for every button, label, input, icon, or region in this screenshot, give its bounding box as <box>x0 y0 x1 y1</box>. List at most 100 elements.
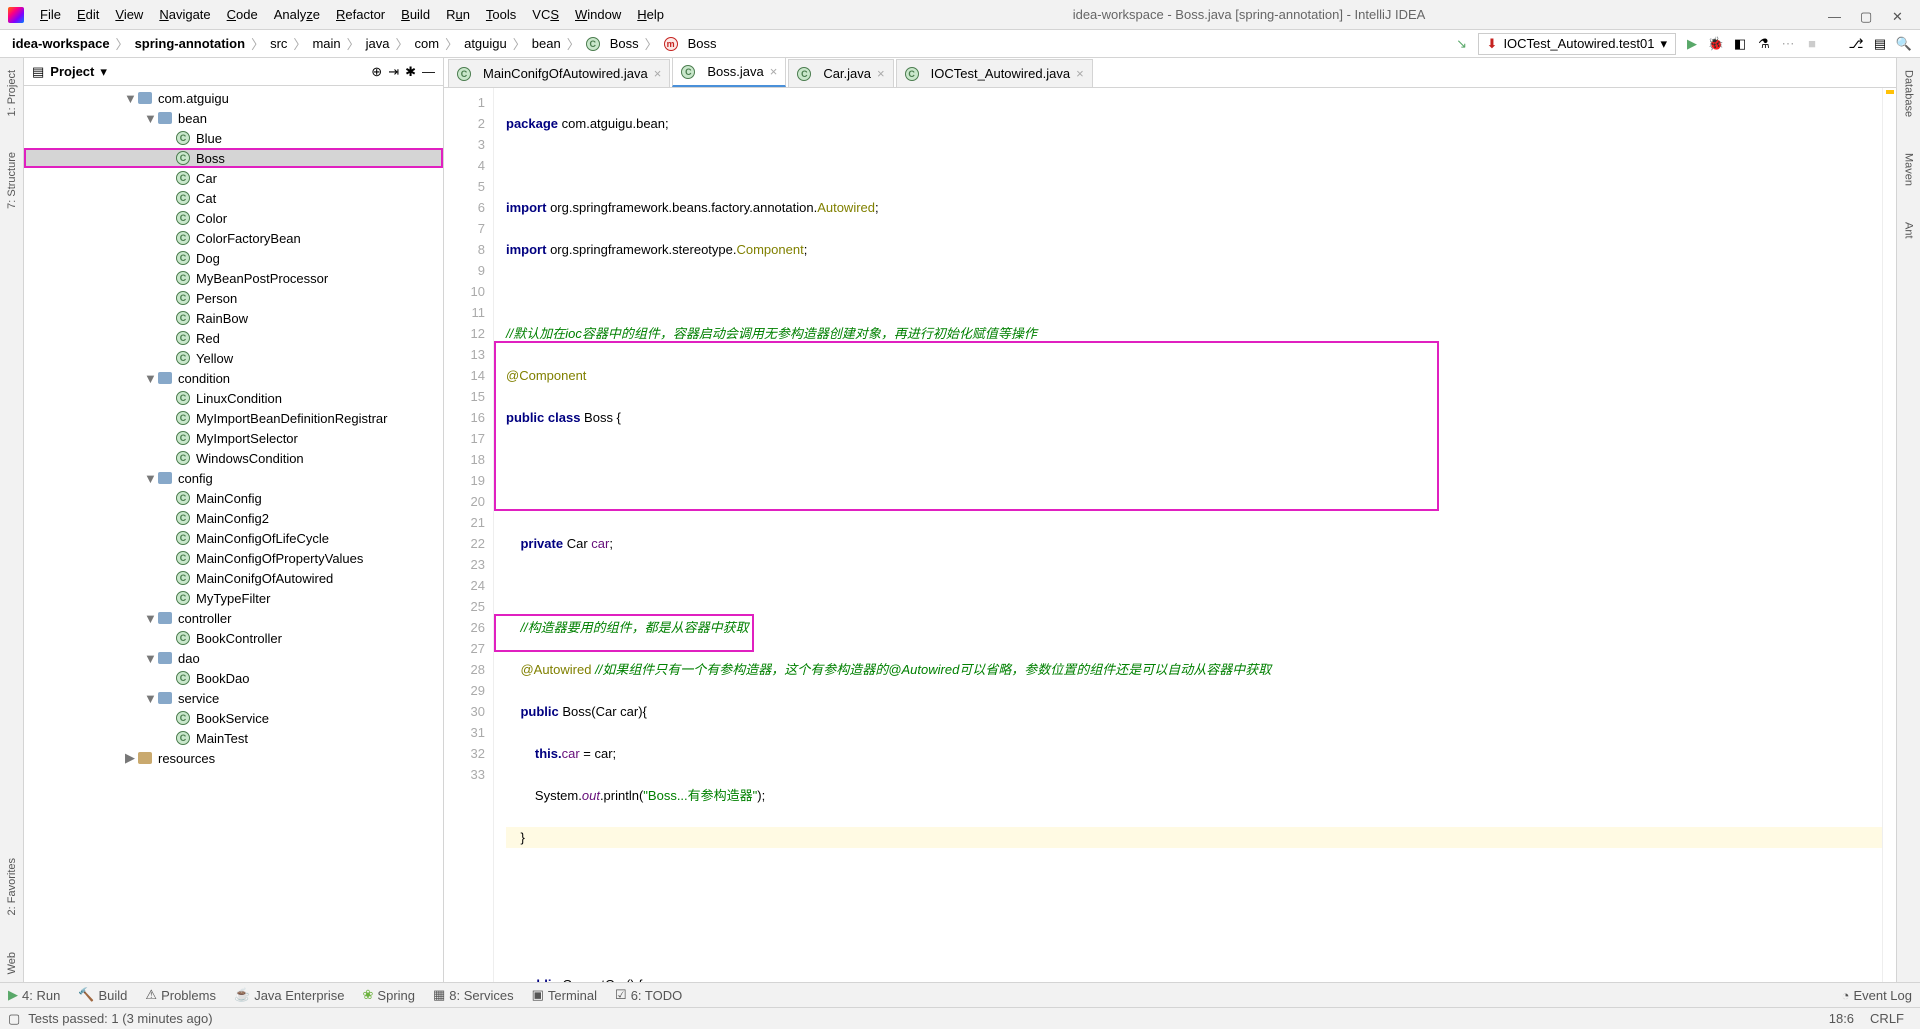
vcs-icon[interactable]: ⎇ <box>1848 36 1864 52</box>
tree-class[interactable]: CWindowsCondition <box>24 448 443 468</box>
tree-class[interactable]: CPerson <box>24 288 443 308</box>
menu-code[interactable]: Code <box>221 5 264 24</box>
breadcrumb[interactable]: spring-annotation <box>131 36 250 51</box>
tree-class[interactable]: CCar <box>24 168 443 188</box>
tree-package[interactable]: ▼config <box>24 468 443 488</box>
tree-class[interactable]: CMainConfig <box>24 488 443 508</box>
close-tab-icon[interactable]: × <box>770 64 778 79</box>
editor-body[interactable]: 1234567891011121314151617181920212223242… <box>444 88 1896 982</box>
coverage-button[interactable]: ◧ <box>1732 36 1748 52</box>
attach-button[interactable]: ⋯ <box>1780 36 1796 52</box>
tree-class[interactable]: CMainConfig2 <box>24 508 443 528</box>
tree-package[interactable]: ▼dao <box>24 648 443 668</box>
tree-package[interactable]: ▼controller <box>24 608 443 628</box>
error-stripe[interactable] <box>1882 88 1896 982</box>
close-tab-icon[interactable]: × <box>1076 66 1084 81</box>
tree-class[interactable]: CColor <box>24 208 443 228</box>
tree-class[interactable]: CBlue <box>24 128 443 148</box>
maximize-icon[interactable]: ▢ <box>1860 9 1872 21</box>
tree-package[interactable]: ▼com.atguigu <box>24 88 443 108</box>
tool-spring[interactable]: ❀Spring <box>363 987 415 1003</box>
minimize-icon[interactable]: — <box>1828 9 1840 21</box>
tool-build[interactable]: 🔨Build <box>78 987 127 1003</box>
tab-structure[interactable]: 7: Structure <box>4 144 20 217</box>
build-icon[interactable]: ↘ <box>1454 36 1470 52</box>
editor-tab-active[interactable]: CBoss.java× <box>672 57 786 87</box>
menu-vcs[interactable]: VCS <box>526 5 565 24</box>
editor-tab[interactable]: CMainConifgOfAutowired.java× <box>448 59 670 87</box>
chevron-down-icon[interactable]: ▾ <box>100 64 107 80</box>
tree-package[interactable]: ▼bean <box>24 108 443 128</box>
tab-web[interactable]: Web <box>4 944 20 982</box>
structure-icon[interactable]: ▤ <box>1872 36 1888 52</box>
editor-tab[interactable]: CIOCTest_Autowired.java× <box>896 59 1093 87</box>
tree-class[interactable]: CMyBeanPostProcessor <box>24 268 443 288</box>
menu-analyze[interactable]: Analyze <box>268 5 326 24</box>
stop-button[interactable]: ■ <box>1804 36 1820 52</box>
tab-favorites[interactable]: 2: Favorites <box>4 850 20 923</box>
menu-build[interactable]: Build <box>395 5 436 24</box>
tree-class[interactable]: CMainConifgOfAutowired <box>24 568 443 588</box>
tab-project[interactable]: 1: Project <box>4 62 20 124</box>
tool-run[interactable]: ▶4: Run <box>8 987 60 1003</box>
tree-class[interactable]: CBookDao <box>24 668 443 688</box>
menu-navigate[interactable]: Navigate <box>153 5 216 24</box>
code-content[interactable]: package com.atguigu.bean; import org.spr… <box>494 88 1882 982</box>
tab-ant[interactable]: Ant <box>1901 214 1917 247</box>
hide-icon[interactable]: — <box>422 64 435 79</box>
tool-java-enterprise[interactable]: ☕Java Enterprise <box>234 987 345 1003</box>
tree-class[interactable]: CDog <box>24 248 443 268</box>
tree-class[interactable]: CRainBow <box>24 308 443 328</box>
tree-class[interactable]: CColorFactoryBean <box>24 228 443 248</box>
close-icon[interactable]: ✕ <box>1892 9 1904 21</box>
tool-problems[interactable]: ⚠Problems <box>145 987 216 1003</box>
breadcrumb[interactable]: src <box>266 36 291 51</box>
tree-package[interactable]: ▼condition <box>24 368 443 388</box>
tree-package[interactable]: ▼service <box>24 688 443 708</box>
status-icon[interactable]: ▢ <box>8 1011 20 1027</box>
tree-class[interactable]: CYellow <box>24 348 443 368</box>
tree-class[interactable]: CMainConfigOfLifeCycle <box>24 528 443 548</box>
debug-button[interactable]: 🐞 <box>1708 36 1724 52</box>
breadcrumb[interactable]: java <box>362 36 394 51</box>
tool-todo[interactable]: ☑6: TODO <box>615 987 682 1003</box>
menu-edit[interactable]: Edit <box>71 5 105 24</box>
tool-event-log[interactable]: ◔Event Log <box>1842 988 1912 1003</box>
breadcrumb[interactable]: atguigu <box>460 36 511 51</box>
project-view-icon[interactable]: ▤ <box>32 64 44 80</box>
search-icon[interactable]: 🔍 <box>1896 36 1912 52</box>
settings-icon[interactable]: ✱ <box>405 64 416 80</box>
collapse-icon[interactable]: ⇥ <box>388 64 399 80</box>
menu-tools[interactable]: Tools <box>480 5 522 24</box>
tab-maven[interactable]: Maven <box>1901 145 1917 194</box>
tree-class[interactable]: CMyImportBeanDefinitionRegistrar <box>24 408 443 428</box>
tree-class-selected[interactable]: CBoss <box>24 148 443 168</box>
profile-button[interactable]: ⚗ <box>1756 36 1772 52</box>
menu-help[interactable]: Help <box>631 5 670 24</box>
tree-class[interactable]: CBookController <box>24 628 443 648</box>
locate-icon[interactable]: ⊕ <box>371 64 382 80</box>
run-config-selector[interactable]: ⬇ IOCTest_Autowired.test01 ▾ <box>1478 33 1676 55</box>
tree-class[interactable]: CMyTypeFilter <box>24 588 443 608</box>
breadcrumb[interactable]: mBoss <box>660 36 721 51</box>
tool-services[interactable]: ▦8: Services <box>433 987 514 1003</box>
menu-window[interactable]: Window <box>569 5 627 24</box>
line-ending[interactable]: CRLF <box>1862 1011 1912 1026</box>
tree-class[interactable]: CMyImportSelector <box>24 428 443 448</box>
tab-database[interactable]: Database <box>1901 62 1917 125</box>
breadcrumb[interactable]: main <box>308 36 344 51</box>
tree-class[interactable]: CMainConfigOfPropertyValues <box>24 548 443 568</box>
editor-tab[interactable]: CCar.java× <box>788 59 893 87</box>
project-tree[interactable]: ▼com.atguigu ▼bean CBlue CBoss CCar CCat… <box>24 86 443 982</box>
menu-file[interactable]: File <box>34 5 67 24</box>
breadcrumb[interactable]: CBoss <box>582 36 643 51</box>
tool-terminal[interactable]: ▣Terminal <box>532 987 597 1003</box>
tree-class[interactable]: CMainTest <box>24 728 443 748</box>
close-tab-icon[interactable]: × <box>877 66 885 81</box>
tree-folder[interactable]: ▶resources <box>24 748 443 768</box>
close-tab-icon[interactable]: × <box>654 66 662 81</box>
menu-run[interactable]: Run <box>440 5 476 24</box>
tree-class[interactable]: CBookService <box>24 708 443 728</box>
run-button[interactable]: ▶ <box>1684 36 1700 52</box>
tree-class[interactable]: CRed <box>24 328 443 348</box>
